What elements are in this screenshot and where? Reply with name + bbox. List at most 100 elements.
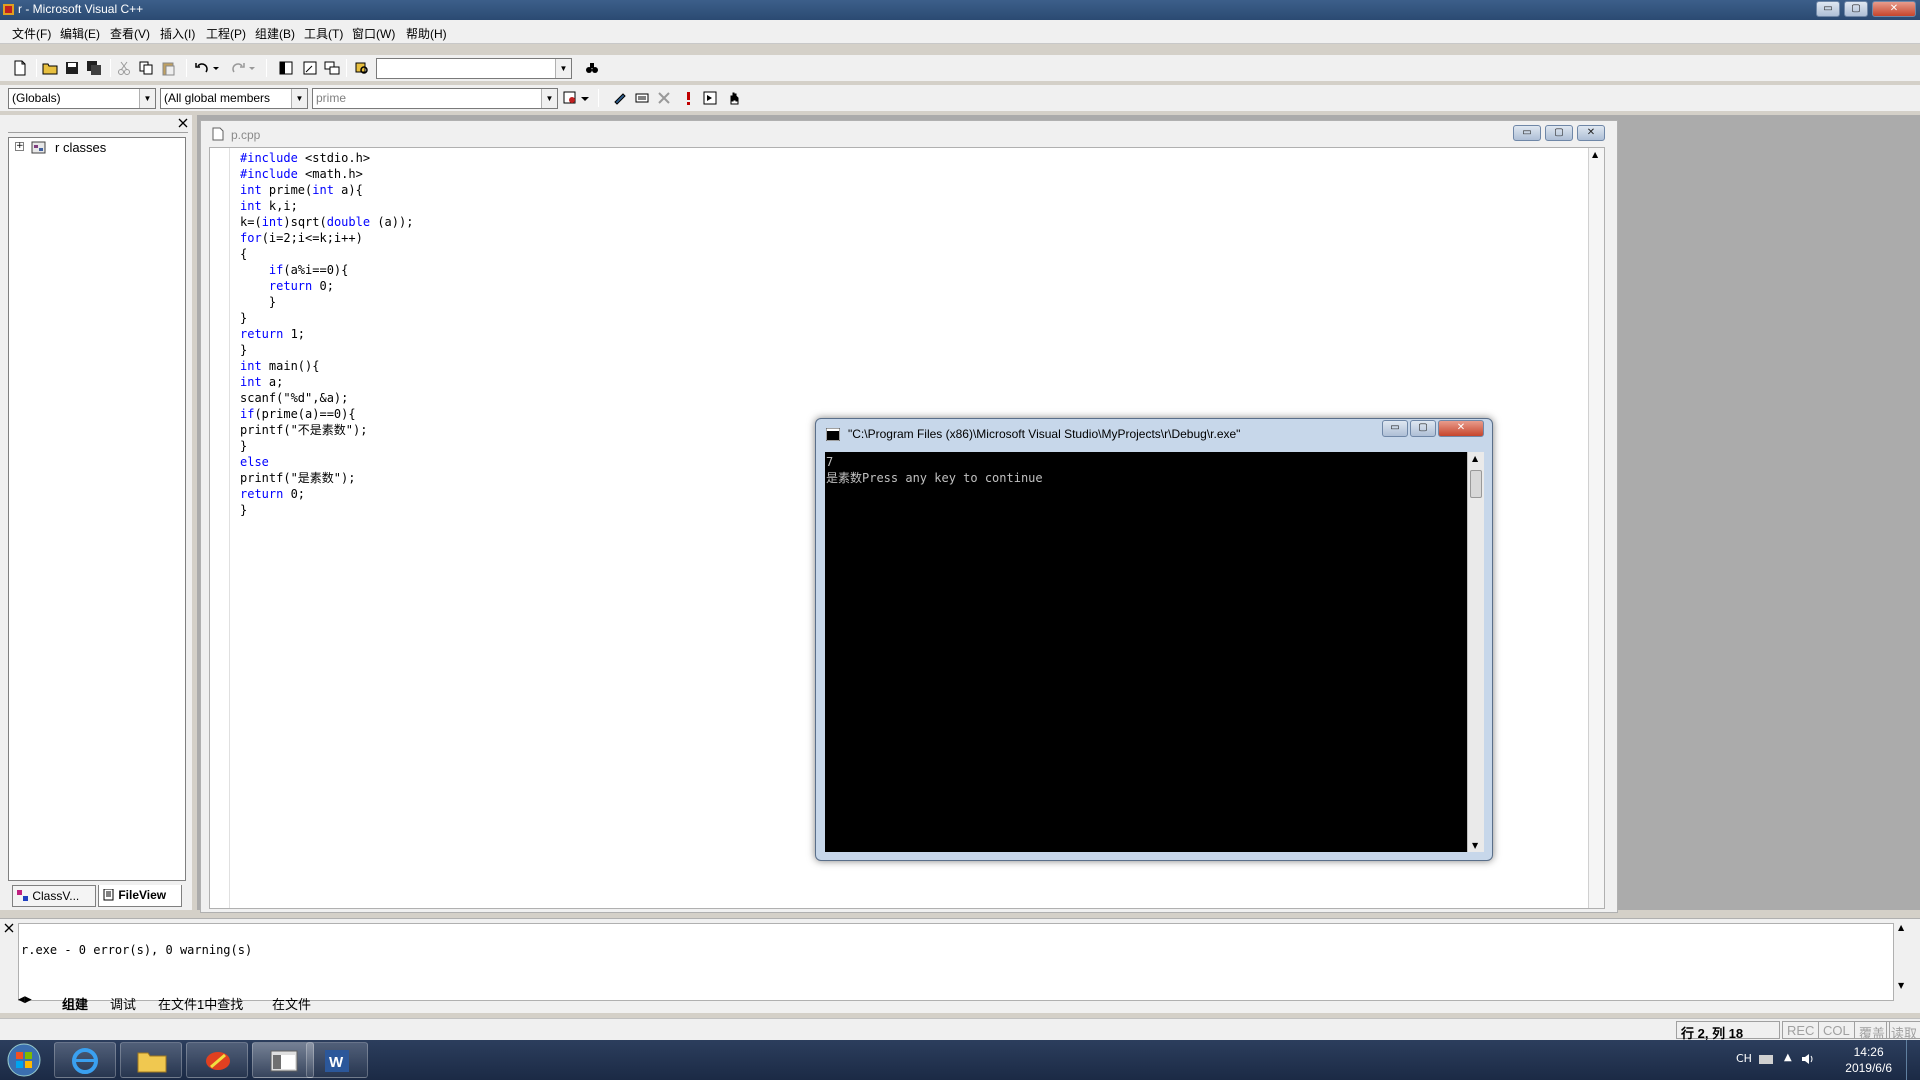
code-line[interactable]: return 0; bbox=[240, 486, 413, 502]
tab-scroll-left-icon[interactable]: ◀▶ bbox=[18, 994, 32, 1011]
code-line[interactable]: for(i=2;i<=k;i++) bbox=[240, 230, 413, 246]
wizard-dropdown-icon[interactable] bbox=[580, 90, 590, 106]
copy-icon[interactable] bbox=[138, 60, 154, 76]
console-scrollbar[interactable]: ▲ ▼ bbox=[1467, 452, 1484, 852]
code-line[interactable]: #include <stdio.h> bbox=[240, 150, 413, 166]
code-line[interactable]: int prime(int a){ bbox=[240, 182, 413, 198]
undo-icon[interactable] bbox=[194, 60, 210, 76]
scroll-down-icon[interactable]: ▼ bbox=[1898, 981, 1904, 990]
undo-dropdown-icon[interactable] bbox=[212, 60, 220, 76]
code-line[interactable]: printf("不是素数"); bbox=[240, 422, 413, 438]
menu-file[interactable]: 文件(F) bbox=[12, 25, 51, 42]
volume-icon[interactable] bbox=[1800, 1052, 1816, 1066]
class-combo[interactable]: (Globals) ▼ bbox=[8, 88, 156, 109]
console-close-button[interactable]: ✕ bbox=[1438, 420, 1484, 437]
code-line[interactable]: return 1; bbox=[240, 326, 413, 342]
wizard-action-icon[interactable] bbox=[562, 90, 578, 106]
code-line[interactable]: else bbox=[240, 454, 413, 470]
class-tree[interactable]: + r classes bbox=[8, 137, 186, 881]
find-in-files-icon[interactable] bbox=[354, 60, 370, 76]
close-icon[interactable] bbox=[4, 923, 14, 933]
go-icon[interactable] bbox=[702, 90, 718, 106]
chevron-down-icon[interactable]: ▼ bbox=[555, 59, 571, 78]
close-icon[interactable] bbox=[178, 118, 188, 128]
members-combo[interactable]: prime ▼ bbox=[312, 88, 558, 109]
code-line[interactable]: int a; bbox=[240, 374, 413, 390]
scroll-up-icon[interactable]: ▲ bbox=[1898, 923, 1904, 932]
output-window-icon[interactable] bbox=[302, 60, 318, 76]
console-maximize-button[interactable]: ▢ bbox=[1410, 420, 1436, 437]
editor-close-button[interactable]: ✕ bbox=[1577, 125, 1605, 141]
save-icon[interactable] bbox=[64, 60, 80, 76]
console-minimize-button[interactable]: ▭ bbox=[1382, 420, 1408, 437]
cut-icon[interactable] bbox=[116, 60, 132, 76]
code-line[interactable]: } bbox=[240, 294, 413, 310]
tree-expander-icon[interactable]: + bbox=[15, 142, 24, 151]
console-output[interactable]: 7 是素数Press any key to continue bbox=[825, 452, 1467, 852]
language-indicator[interactable]: CH bbox=[1736, 1052, 1752, 1065]
menu-build[interactable]: 组建(B) bbox=[255, 25, 295, 42]
taskbar-media[interactable] bbox=[186, 1042, 248, 1078]
tree-item-r-classes[interactable]: r classes bbox=[55, 140, 106, 155]
scroll-up-icon[interactable]: ▲ bbox=[1592, 150, 1598, 159]
workspace-grip[interactable] bbox=[8, 117, 188, 133]
compile-icon[interactable] bbox=[612, 90, 628, 106]
menu-view[interactable]: 查看(V) bbox=[110, 25, 150, 42]
system-clock[interactable]: 14:26 2019/6/6 bbox=[1845, 1044, 1892, 1076]
minimize-button[interactable]: ▭ bbox=[1816, 1, 1840, 17]
stop-build-icon[interactable] bbox=[656, 90, 672, 106]
find-icon[interactable] bbox=[584, 60, 600, 76]
source-code[interactable]: #include <stdio.h> #include <math.h> int p… bbox=[240, 150, 413, 518]
console-scroll-thumb[interactable] bbox=[1470, 470, 1482, 498]
scroll-up-icon[interactable]: ▲ bbox=[1472, 454, 1478, 463]
menu-window[interactable]: 窗口(W) bbox=[352, 25, 395, 42]
taskbar-word[interactable]: W bbox=[306, 1042, 368, 1078]
editor-minimize-button[interactable]: ▭ bbox=[1513, 125, 1541, 141]
tab-debug[interactable]: 调试 bbox=[110, 994, 136, 1012]
save-all-icon[interactable] bbox=[86, 60, 102, 76]
open-folder-icon[interactable] bbox=[42, 60, 58, 76]
menu-insert[interactable]: 插入(I) bbox=[160, 25, 195, 42]
code-line[interactable]: int main(){ bbox=[240, 358, 413, 374]
tab-build[interactable]: 组建 bbox=[62, 994, 88, 1012]
code-line[interactable]: } bbox=[240, 342, 413, 358]
tab-fileview[interactable]: FileView bbox=[98, 885, 182, 907]
taskbar-explorer[interactable] bbox=[120, 1042, 182, 1078]
find-combo[interactable]: ▼ bbox=[376, 58, 572, 79]
tab-classview[interactable]: ClassV... bbox=[12, 885, 96, 907]
execute-icon[interactable] bbox=[680, 90, 696, 106]
code-line[interactable]: k=(int)sqrt(double (a)); bbox=[240, 214, 413, 230]
start-button-icon[interactable] bbox=[6, 1042, 42, 1078]
chevron-down-icon[interactable]: ▼ bbox=[291, 89, 307, 108]
show-desktop-button[interactable] bbox=[1906, 1040, 1920, 1080]
menu-help[interactable]: 帮助(H) bbox=[406, 25, 447, 42]
code-line[interactable]: int k,i; bbox=[240, 198, 413, 214]
editor-restore-button[interactable]: ▢ bbox=[1545, 125, 1573, 141]
code-line[interactable]: printf("是素数"); bbox=[240, 470, 413, 486]
code-line[interactable]: #include <math.h> bbox=[240, 166, 413, 182]
window-list-icon[interactable] bbox=[324, 60, 340, 76]
filter-combo[interactable]: (All global members ▼ bbox=[160, 88, 308, 109]
build-output[interactable]: r.exe - 0 error(s), 0 warning(s) bbox=[18, 923, 1894, 1001]
paste-icon[interactable] bbox=[160, 60, 176, 76]
code-line[interactable]: } bbox=[240, 310, 413, 326]
code-line[interactable]: if(a%i==0){ bbox=[240, 262, 413, 278]
code-line[interactable]: } bbox=[240, 438, 413, 454]
workspace-window-icon[interactable] bbox=[278, 60, 294, 76]
editor-vertical-scrollbar[interactable]: ▲ bbox=[1588, 148, 1604, 908]
editor-gutter[interactable] bbox=[210, 148, 230, 908]
console-window[interactable]: "C:\Program Files (x86)\Microsoft Visual… bbox=[815, 418, 1493, 861]
code-line[interactable]: if(prime(a)==0){ bbox=[240, 406, 413, 422]
new-file-icon[interactable] bbox=[12, 60, 28, 76]
menu-edit[interactable]: 编辑(E) bbox=[60, 25, 100, 42]
close-button[interactable]: ✕ bbox=[1872, 1, 1916, 17]
breakpoint-hand-icon[interactable] bbox=[726, 90, 742, 106]
code-line[interactable]: { bbox=[240, 246, 413, 262]
build-icon[interactable] bbox=[634, 90, 650, 106]
chevron-down-icon[interactable]: ▼ bbox=[541, 89, 557, 108]
taskbar-visual-cpp[interactable] bbox=[252, 1042, 314, 1078]
scroll-down-icon[interactable]: ▼ bbox=[1472, 841, 1478, 850]
code-line[interactable]: return 0; bbox=[240, 278, 413, 294]
keyboard-icon[interactable] bbox=[1758, 1052, 1774, 1066]
menu-tools[interactable]: 工具(T) bbox=[304, 25, 343, 42]
